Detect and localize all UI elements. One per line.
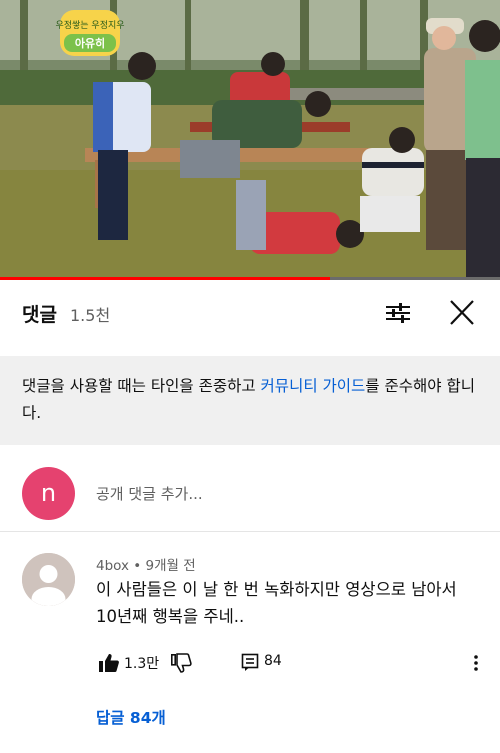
comments-header: 댓글 1.5천 xyxy=(0,280,500,346)
comment-actions: 1.3만 84 xyxy=(0,648,500,678)
like-button[interactable] xyxy=(98,652,120,674)
comments-title: 댓글 xyxy=(22,304,57,326)
comment-line-2: 10년째 행복을 주네.. xyxy=(96,607,245,626)
comment-author[interactable]: 4box xyxy=(96,558,129,574)
sort-sliders-icon xyxy=(386,303,410,323)
community-guidelines-notice: 댓글을 사용할 때는 타인을 존중하고 커뮤니티 가이드를 준수해야 합니다. xyxy=(0,356,500,445)
add-comment-row: n 공개 댓글 추가... xyxy=(0,462,500,524)
meta-separator: • xyxy=(129,558,146,574)
close-icon xyxy=(450,300,474,325)
commenter-avatar[interactable] xyxy=(22,553,75,606)
comment-text: 이 사람들은 이 날 한 번 녹화하지만 영상으로 남아서 10년째 행복을 주… xyxy=(96,576,491,630)
badge-line2: 아유히 xyxy=(75,36,105,50)
comment-meta: 4box • 9개월 전 xyxy=(96,554,196,574)
reply-button[interactable] xyxy=(240,652,260,672)
thumbs-down-icon xyxy=(170,653,192,673)
user-avatar: n xyxy=(22,467,75,520)
view-replies-link[interactable]: 답글 84개 xyxy=(96,706,166,728)
more-options-button[interactable] xyxy=(468,652,484,674)
badge-line1: 우정쌓는 우정지우 xyxy=(55,20,124,31)
guide-text-before: 댓글을 사용할 때는 타인을 존중하고 xyxy=(22,377,261,395)
thumbs-up-icon xyxy=(99,654,119,672)
divider xyxy=(0,531,500,532)
reply-comment-icon xyxy=(241,653,259,671)
video-frame: 우정쌓는 우정지우 아유히 xyxy=(0,0,500,280)
add-comment-input[interactable]: 공개 댓글 추가... xyxy=(96,483,203,504)
reply-count: 84 xyxy=(264,653,282,669)
comment-time: 9개월 전 xyxy=(145,558,196,574)
comments-count: 1.5천 xyxy=(70,306,111,325)
comment-line-1: 이 사람들은 이 날 한 번 녹화하지만 영상으로 남아서 xyxy=(96,580,457,599)
default-avatar-icon xyxy=(22,553,75,606)
dislike-button[interactable] xyxy=(170,652,192,674)
like-count: 1.3만 xyxy=(124,656,160,672)
video-player[interactable]: 우정쌓는 우정지우 아유히 xyxy=(0,0,500,280)
more-vert-icon xyxy=(474,655,478,671)
sort-button[interactable] xyxy=(380,296,416,330)
community-guidelines-link[interactable]: 커뮤니티 가이드 xyxy=(261,377,366,395)
close-button[interactable] xyxy=(444,296,480,330)
